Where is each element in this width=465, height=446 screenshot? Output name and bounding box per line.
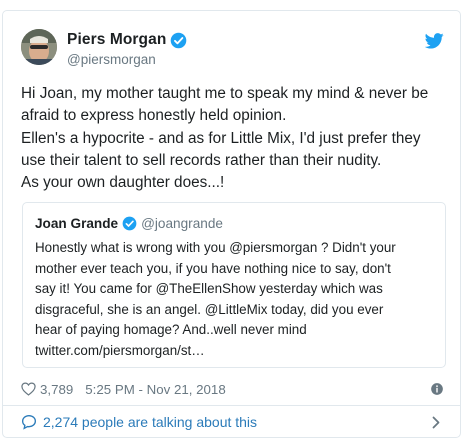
quoted-author-display-name: Joan Grande xyxy=(35,215,119,231)
verified-badge-icon xyxy=(122,216,137,230)
tweet-meta: 3,789 5:25 PM - Nov 21, 2018 xyxy=(21,379,444,399)
quoted-tweet[interactable]: Joan Grande @joangrande Honestly what is… xyxy=(22,202,446,368)
tweet-text-line: afraid to express honestly held opinion. xyxy=(21,107,287,125)
tweet-text-line: use their talent to sell records rather … xyxy=(21,151,382,169)
conversation-count-label[interactable]: 2,274 people are talking about this xyxy=(43,414,257,430)
like-count[interactable]: 3,789 xyxy=(40,382,73,397)
tweet-header: Piers Morgan @piersmorgan xyxy=(21,29,444,69)
chevron-right-icon[interactable] xyxy=(432,416,440,429)
quoted-text-line: hear of paying homage? And..well never m… xyxy=(35,322,307,337)
verified-badge-icon xyxy=(171,32,187,48)
tweet-text-line: Hi Joan, my mother taught me to speak my… xyxy=(21,85,429,102)
conversation-link[interactable]: 2,274 people are talking about this xyxy=(21,411,444,433)
quoted-text-line: Honestly what is wrong with you @piersmo… xyxy=(35,240,396,255)
embedded-tweet-card: Piers Morgan @piersmorgan Hi Joan, my mo… xyxy=(2,10,461,438)
quoted-text-line: mother ever teach you, if you have nothi… xyxy=(35,260,391,276)
quoted-author-handle: @joangrande xyxy=(141,215,223,231)
speech-bubble-icon xyxy=(21,414,37,430)
tweet-timestamp[interactable]: 5:25 PM - Nov 21, 2018 xyxy=(85,382,225,397)
avatar[interactable] xyxy=(21,29,57,65)
author-handle[interactable]: @piersmorgan xyxy=(67,52,187,67)
quoted-tweet-header: Joan Grande @joangrande xyxy=(35,213,223,233)
heart-icon[interactable] xyxy=(21,382,36,396)
quoted-text-line: say it! You came for @TheEllenShow yeste… xyxy=(35,281,383,296)
twitter-bird-icon[interactable] xyxy=(425,33,444,49)
divider xyxy=(3,405,460,406)
author-names: Piers Morgan @piersmorgan xyxy=(67,30,187,67)
quoted-text-line: disgraceful, she is an angel. @LittleMix… xyxy=(35,301,384,317)
tweet-text-line: As your own daughter does...! xyxy=(21,174,225,192)
info-icon[interactable] xyxy=(430,382,444,396)
avatar-photo xyxy=(21,29,57,65)
tweet-text-line: Ellen's a hypocrite - and as for Little … xyxy=(21,129,421,147)
quoted-tweet-text: Honestly what is wrong with you @piersmo… xyxy=(35,238,440,361)
tweet-text: Hi Joan, my mother taught me to speak my… xyxy=(21,83,449,194)
quoted-text-line: twitter.com/piersmorgan/st… xyxy=(35,342,205,358)
author-display-name[interactable]: Piers Morgan xyxy=(67,31,166,49)
